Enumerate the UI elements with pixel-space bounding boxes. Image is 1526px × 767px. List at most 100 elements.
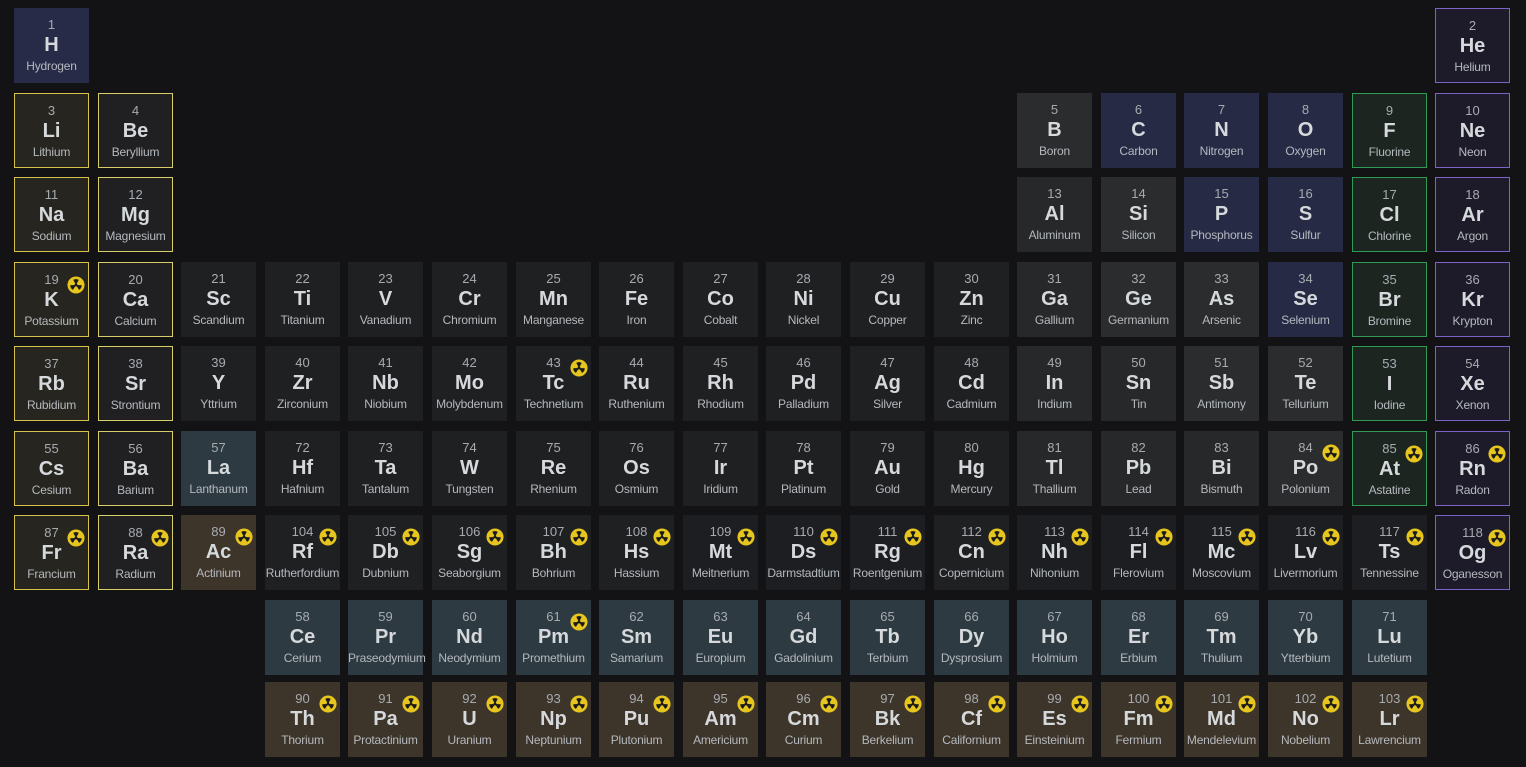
element-tile-ne[interactable]: 10 Ne Neon bbox=[1435, 93, 1510, 168]
element-tile-te[interactable]: 52 Te Tellurium bbox=[1268, 346, 1343, 421]
element-tile-gd[interactable]: 64 Gd Gadolinium bbox=[766, 600, 841, 675]
element-tile-er[interactable]: 68 Er Erbium bbox=[1101, 600, 1176, 675]
element-tile-ag[interactable]: 47 Ag Silver bbox=[850, 346, 925, 421]
element-tile-am[interactable]: 95 Am Americium bbox=[683, 682, 758, 757]
element-tile-xe[interactable]: 54 Xe Xenon bbox=[1435, 346, 1510, 421]
element-tile-rb[interactable]: 37 Rb Rubidium bbox=[14, 346, 89, 421]
element-tile-ge[interactable]: 32 Ge Germanium bbox=[1101, 262, 1176, 337]
element-tile-hg[interactable]: 80 Hg Mercury bbox=[934, 431, 1009, 506]
element-tile-y[interactable]: 39 Y Yttrium bbox=[181, 346, 256, 421]
element-tile-fl[interactable]: 114 Fl Flerovium bbox=[1101, 515, 1176, 590]
element-tile-rn[interactable]: 86 Rn Radon bbox=[1435, 431, 1510, 506]
element-tile-f[interactable]: 9 F Fluorine bbox=[1352, 93, 1427, 168]
element-tile-li[interactable]: 3 Li Lithium bbox=[14, 93, 89, 168]
element-tile-he[interactable]: 2 He Helium bbox=[1435, 8, 1510, 83]
element-tile-ta[interactable]: 73 Ta Tantalum bbox=[348, 431, 423, 506]
element-tile-hf[interactable]: 72 Hf Hafnium bbox=[265, 431, 340, 506]
element-tile-be[interactable]: 4 Be Beryllium bbox=[98, 93, 173, 168]
element-tile-eu[interactable]: 63 Eu Europium bbox=[683, 600, 758, 675]
element-tile-tm[interactable]: 69 Tm Thulium bbox=[1184, 600, 1259, 675]
element-tile-i[interactable]: 53 I Iodine bbox=[1352, 346, 1427, 421]
element-tile-cn[interactable]: 112 Cn Copernicium bbox=[934, 515, 1009, 590]
element-tile-os[interactable]: 76 Os Osmium bbox=[599, 431, 674, 506]
element-tile-na[interactable]: 11 Na Sodium bbox=[14, 177, 89, 252]
element-tile-es[interactable]: 99 Es Einsteinium bbox=[1017, 682, 1092, 757]
element-tile-md[interactable]: 101 Md Mendelevium bbox=[1184, 682, 1259, 757]
element-tile-ni[interactable]: 28 Ni Nickel bbox=[766, 262, 841, 337]
element-tile-mn[interactable]: 25 Mn Manganese bbox=[516, 262, 591, 337]
element-tile-cl[interactable]: 17 Cl Chlorine bbox=[1352, 177, 1427, 252]
element-tile-fm[interactable]: 100 Fm Fermium bbox=[1101, 682, 1176, 757]
element-tile-ts[interactable]: 117 Ts Tennessine bbox=[1352, 515, 1427, 590]
element-tile-tl[interactable]: 81 Tl Thallium bbox=[1017, 431, 1092, 506]
element-tile-pm[interactable]: 61 Pm Promethium bbox=[516, 600, 591, 675]
element-tile-og[interactable]: 118 Og Oganesson bbox=[1435, 515, 1510, 590]
element-tile-yb[interactable]: 70 Yb Ytterbium bbox=[1268, 600, 1343, 675]
element-tile-co[interactable]: 27 Co Cobalt bbox=[683, 262, 758, 337]
element-tile-sg[interactable]: 106 Sg Seaborgium bbox=[432, 515, 507, 590]
element-tile-pd[interactable]: 46 Pd Palladium bbox=[766, 346, 841, 421]
element-tile-mt[interactable]: 109 Mt Meitnerium bbox=[683, 515, 758, 590]
element-tile-as[interactable]: 33 As Arsenic bbox=[1184, 262, 1259, 337]
element-tile-sr[interactable]: 38 Sr Strontium bbox=[98, 346, 173, 421]
element-tile-rh[interactable]: 45 Rh Rhodium bbox=[683, 346, 758, 421]
element-tile-mc[interactable]: 115 Mc Moscovium bbox=[1184, 515, 1259, 590]
element-tile-pr[interactable]: 59 Pr Praseodymium bbox=[348, 600, 426, 675]
element-tile-ho[interactable]: 67 Ho Holmium bbox=[1017, 600, 1092, 675]
element-tile-u[interactable]: 92 U Uranium bbox=[432, 682, 507, 757]
element-tile-ce[interactable]: 58 Ce Cerium bbox=[265, 600, 340, 675]
element-tile-pu[interactable]: 94 Pu Plutonium bbox=[599, 682, 674, 757]
element-tile-bh[interactable]: 107 Bh Bohrium bbox=[516, 515, 591, 590]
element-tile-v[interactable]: 23 V Vanadium bbox=[348, 262, 423, 337]
element-tile-re[interactable]: 75 Re Rhenium bbox=[516, 431, 591, 506]
element-tile-in[interactable]: 49 In Indium bbox=[1017, 346, 1092, 421]
element-tile-k[interactable]: 19 K Potassium bbox=[14, 262, 89, 337]
element-tile-cm[interactable]: 96 Cm Curium bbox=[766, 682, 841, 757]
element-tile-b[interactable]: 5 B Boron bbox=[1017, 93, 1092, 168]
element-tile-ti[interactable]: 22 Ti Titanium bbox=[265, 262, 340, 337]
element-tile-pa[interactable]: 91 Pa Protactinium bbox=[348, 682, 423, 757]
element-tile-bi[interactable]: 83 Bi Bismuth bbox=[1184, 431, 1259, 506]
element-tile-mo[interactable]: 42 Mo Molybdenum bbox=[432, 346, 507, 421]
element-tile-n[interactable]: 7 N Nitrogen bbox=[1184, 93, 1259, 168]
element-tile-o[interactable]: 8 O Oxygen bbox=[1268, 93, 1343, 168]
element-tile-no[interactable]: 102 No Nobelium bbox=[1268, 682, 1343, 757]
element-tile-zr[interactable]: 40 Zr Zirconium bbox=[265, 346, 340, 421]
element-tile-ca[interactable]: 20 Ca Calcium bbox=[98, 262, 173, 337]
element-tile-bk[interactable]: 97 Bk Berkelium bbox=[850, 682, 925, 757]
element-tile-po[interactable]: 84 Po Polonium bbox=[1268, 431, 1343, 506]
element-tile-lv[interactable]: 116 Lv Livermorium bbox=[1268, 515, 1343, 590]
element-tile-ir[interactable]: 77 Ir Iridium bbox=[683, 431, 758, 506]
element-tile-at[interactable]: 85 At Astatine bbox=[1352, 431, 1427, 506]
element-tile-lu[interactable]: 71 Lu Lutetium bbox=[1352, 600, 1427, 675]
element-tile-ac[interactable]: 89 Ac Actinium bbox=[181, 515, 256, 590]
element-tile-ds[interactable]: 110 Ds Darmstadtium bbox=[766, 515, 841, 590]
element-tile-pt[interactable]: 78 Pt Platinum bbox=[766, 431, 841, 506]
element-tile-ra[interactable]: 88 Ra Radium bbox=[98, 515, 173, 590]
element-tile-rf[interactable]: 104 Rf Rutherfordium bbox=[265, 515, 340, 590]
element-tile-th[interactable]: 90 Th Thorium bbox=[265, 682, 340, 757]
element-tile-db[interactable]: 105 Db Dubnium bbox=[348, 515, 423, 590]
element-tile-se[interactable]: 34 Se Selenium bbox=[1268, 262, 1343, 337]
element-tile-rg[interactable]: 111 Rg Roentgenium bbox=[850, 515, 925, 590]
element-tile-s[interactable]: 16 S Sulfur bbox=[1268, 177, 1343, 252]
element-tile-lr[interactable]: 103 Lr Lawrencium bbox=[1352, 682, 1427, 757]
element-tile-au[interactable]: 79 Au Gold bbox=[850, 431, 925, 506]
element-tile-hs[interactable]: 108 Hs Hassium bbox=[599, 515, 674, 590]
element-tile-ar[interactable]: 18 Ar Argon bbox=[1435, 177, 1510, 252]
element-tile-sn[interactable]: 50 Sn Tin bbox=[1101, 346, 1176, 421]
element-tile-br[interactable]: 35 Br Bromine bbox=[1352, 262, 1427, 337]
element-tile-nd[interactable]: 60 Nd Neodymium bbox=[432, 600, 507, 675]
element-tile-cd[interactable]: 48 Cd Cadmium bbox=[934, 346, 1009, 421]
element-tile-h[interactable]: 1 H Hydrogen bbox=[14, 8, 89, 83]
element-tile-sb[interactable]: 51 Sb Antimony bbox=[1184, 346, 1259, 421]
element-tile-cu[interactable]: 29 Cu Copper bbox=[850, 262, 925, 337]
element-tile-fr[interactable]: 87 Fr Francium bbox=[14, 515, 89, 590]
element-tile-ga[interactable]: 31 Ga Gallium bbox=[1017, 262, 1092, 337]
element-tile-la[interactable]: 57 La Lanthanum bbox=[181, 431, 256, 506]
element-tile-ru[interactable]: 44 Ru Ruthenium bbox=[599, 346, 674, 421]
element-tile-al[interactable]: 13 Al Aluminum bbox=[1017, 177, 1092, 252]
element-tile-si[interactable]: 14 Si Silicon bbox=[1101, 177, 1176, 252]
element-tile-kr[interactable]: 36 Kr Krypton bbox=[1435, 262, 1510, 337]
element-tile-sc[interactable]: 21 Sc Scandium bbox=[181, 262, 256, 337]
